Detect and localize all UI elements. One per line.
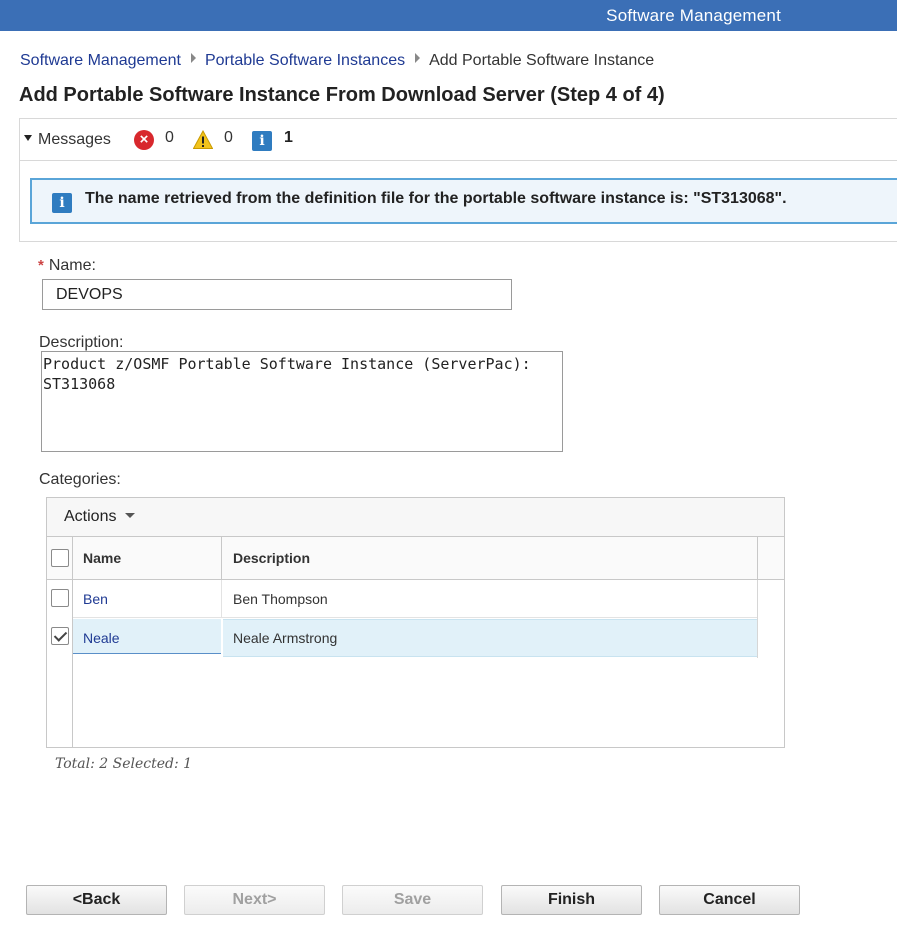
actions-label: Actions [64,508,117,525]
categories-label: Categories: [39,471,121,488]
breadcrumb-current: Add Portable Software Instance [429,52,655,69]
breadcrumb-portable-software-instances[interactable]: Portable Software Instances [205,52,405,69]
actions-menu-button[interactable]: Actions [64,508,136,526]
info-message: i The name retrieved from the definition… [30,178,897,224]
messages-label: Messages [38,131,111,148]
column-divider [757,537,758,579]
caret-down-icon [24,135,32,141]
cell-divider [221,580,222,618]
row-description: Neale Armstrong [233,630,338,646]
messages-header: Messages × 0 0 i 1 [20,119,897,161]
select-all-checkbox[interactable] [51,549,69,567]
column-header-name[interactable]: Name [83,537,121,579]
row-checkbox-checked[interactable] [51,627,69,645]
name-input[interactable] [42,279,512,310]
description-textarea[interactable]: Product z/OSMF Portable Software Instanc… [41,351,563,452]
banner-title: Software Management [606,6,781,25]
messages-panel: Messages × 0 0 i 1 i The name retrieved … [19,118,897,242]
row-name-link[interactable]: Neale [83,619,120,657]
name-label: * Name: [38,257,96,275]
table-header: Name Description [47,537,784,580]
table-toolbar: Actions [47,498,784,537]
error-count: 0 [165,129,174,146]
table-row[interactable]: Ben Ben Thompson [73,580,757,618]
top-banner: Software Management [0,0,897,31]
column-header-description[interactable]: Description [233,537,310,579]
row-description: Ben Thompson [233,591,328,607]
info-count: 1 [284,129,293,146]
chevron-right-icon [190,53,196,63]
description-label: Description: [39,334,124,351]
breadcrumb-software-management[interactable]: Software Management [20,52,181,69]
table-summary: Total: 2 Selected: 1 [55,756,193,772]
name-label-text: Name: [48,257,96,274]
warning-icon[interactable] [193,130,213,150]
column-divider [72,537,73,579]
info-message-text: The name retrieved from the definition f… [85,190,787,207]
table-row-selected[interactable]: Neale Neale Armstrong [73,619,757,657]
breadcrumb: Software Management Portable Software Ins… [20,52,654,72]
column-divider [757,580,758,658]
back-button[interactable]: <Back [26,885,167,915]
page-title: Add Portable Software Instance From Down… [19,84,665,106]
finish-button[interactable]: Finish [501,885,642,915]
row-name-link[interactable]: Ben [83,580,108,618]
error-icon[interactable]: × [134,130,154,150]
save-button[interactable]: Save [342,885,483,915]
caret-down-icon [125,513,136,518]
info-icon: i [52,193,72,213]
required-asterisk-icon: * [38,257,44,274]
warning-count: 0 [224,129,233,146]
messages-toggle[interactable]: Messages [24,131,111,149]
cancel-button[interactable]: Cancel [659,885,800,915]
next-button[interactable]: Next> [184,885,325,915]
column-divider [221,537,222,579]
chevron-right-icon [415,53,421,63]
info-icon[interactable]: i [252,131,272,151]
categories-table: Actions Name Description Ben Ben Thompso… [46,497,785,748]
row-checkbox[interactable] [51,589,69,607]
